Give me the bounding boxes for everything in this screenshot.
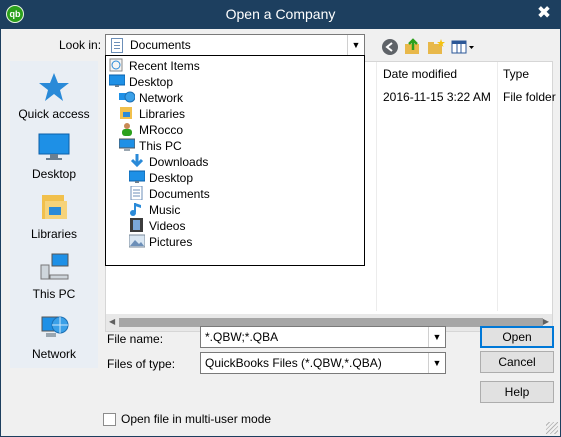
- sidebar-item-network[interactable]: Network: [10, 311, 98, 361]
- row-date-modified[interactable]: 2016-11-15 3:22 AM: [383, 90, 491, 104]
- documents-icon: [111, 38, 123, 53]
- resize-grip[interactable]: [546, 422, 558, 434]
- multi-user-label[interactable]: Open file in multi-user mode: [121, 412, 271, 426]
- file-name-value: *.QBW;*.QBA: [205, 330, 279, 344]
- chevron-down-icon[interactable]: ▼: [428, 353, 445, 373]
- computer-icon: [118, 138, 136, 152]
- sidebar-item-label: Quick access: [18, 107, 90, 121]
- network-globe-icon: [38, 311, 70, 343]
- sidebar-item-label: Network: [31, 347, 76, 361]
- look-in-combo[interactable]: Documents ▼: [105, 34, 365, 56]
- scroll-left-icon[interactable]: ◀: [109, 317, 115, 326]
- dropdown-item-desktop-pc[interactable]: Desktop: [128, 170, 193, 186]
- dropdown-item-pictures[interactable]: Pictures: [128, 234, 192, 250]
- multi-user-checkbox[interactable]: [103, 413, 116, 426]
- column-header-date-modified[interactable]: Date modified: [383, 67, 457, 81]
- file-name-label: File name:: [107, 332, 164, 346]
- sidebar-item-quick-access[interactable]: Quick access: [10, 71, 98, 121]
- libraries-folder-icon: [38, 191, 70, 223]
- look-in-value: Documents: [130, 38, 191, 52]
- title-bar: qb Open a Company ✖: [0, 0, 561, 29]
- dropdown-item-network[interactable]: Network: [119, 90, 183, 106]
- dropdown-item-desktop[interactable]: Desktop: [108, 74, 173, 90]
- sidebar-item-this-pc[interactable]: This PC: [10, 251, 98, 301]
- open-button[interactable]: Open: [480, 326, 554, 348]
- user-icon: [119, 122, 135, 136]
- chevron-down-icon[interactable]: ▼: [347, 35, 364, 55]
- up-one-level-button[interactable]: [404, 38, 422, 56]
- sidebar-item-label: Libraries: [30, 227, 78, 241]
- quick-access-star-icon: [38, 71, 70, 103]
- view-menu-icon: [451, 40, 474, 54]
- desktop-icon: [128, 170, 146, 184]
- scroll-right-icon[interactable]: ▶: [543, 317, 549, 326]
- new-folder-icon: [428, 39, 445, 54]
- dropdown-item-this-pc[interactable]: This PC: [118, 138, 182, 154]
- file-name-input[interactable]: *.QBW;*.QBA ▼: [200, 326, 446, 348]
- look-in-dropdown: Recent Items Desktop Network Libraries M…: [105, 55, 365, 266]
- sidebar-item-label: Desktop: [31, 167, 77, 181]
- look-in-label: Look in:: [59, 38, 102, 52]
- back-button[interactable]: [381, 38, 399, 56]
- music-note-icon: [129, 202, 145, 216]
- dropdown-item-mrocco[interactable]: MRocco: [119, 122, 183, 138]
- documents-icon: [129, 185, 145, 201]
- column-header-type[interactable]: Type: [503, 67, 529, 81]
- desktop-monitor-icon: [38, 131, 70, 163]
- cancel-button[interactable]: Cancel: [480, 351, 554, 373]
- open-company-dialog: Look in: Documents ▼ Quick access Deskto…: [0, 29, 561, 437]
- libraries-icon: [119, 106, 135, 120]
- window-title: Open a Company: [225, 6, 336, 22]
- sidebar-item-libraries[interactable]: Libraries: [10, 191, 98, 241]
- files-of-type-label: Files of type:: [107, 357, 176, 371]
- places-sidebar: Quick access Desktop Libraries This PC N…: [10, 61, 98, 368]
- new-folder-button[interactable]: [427, 38, 445, 56]
- network-icon: [119, 90, 136, 104]
- recent-items-icon: [109, 58, 125, 72]
- view-menu-button[interactable]: [451, 38, 475, 56]
- desktop-icon: [108, 74, 126, 88]
- row-type[interactable]: File folder: [503, 90, 556, 104]
- computer-icon: [38, 251, 70, 283]
- sidebar-item-label: This PC: [32, 287, 76, 301]
- dropdown-item-downloads[interactable]: Downloads: [129, 154, 208, 170]
- dropdown-item-music[interactable]: Music: [129, 202, 180, 218]
- videos-icon: [129, 218, 145, 232]
- dropdown-item-libraries[interactable]: Libraries: [119, 106, 185, 122]
- help-button[interactable]: Help: [480, 381, 554, 403]
- pictures-icon: [128, 234, 146, 248]
- back-arrow-icon: [382, 39, 398, 55]
- dropdown-item-documents[interactable]: Documents: [129, 185, 210, 202]
- dropdown-item-videos[interactable]: Videos: [129, 218, 185, 234]
- sidebar-item-desktop[interactable]: Desktop: [10, 131, 98, 181]
- close-icon[interactable]: ✖: [535, 3, 553, 23]
- dropdown-item-recent-items[interactable]: Recent Items: [109, 58, 200, 74]
- downloads-arrow-icon: [129, 154, 145, 168]
- files-of-type-value: QuickBooks Files (*.QBW,*.QBA): [205, 356, 382, 370]
- chevron-down-icon[interactable]: ▼: [428, 327, 445, 347]
- files-of-type-select[interactable]: QuickBooks Files (*.QBW,*.QBA) ▼: [200, 352, 446, 374]
- up-folder-icon: [405, 38, 419, 54]
